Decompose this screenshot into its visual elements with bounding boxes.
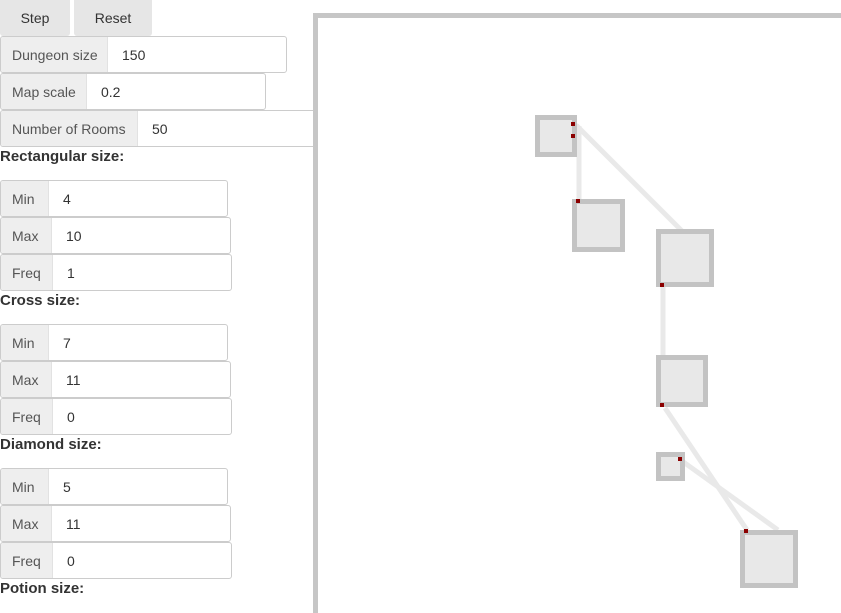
number-of-rooms-label: Number of Rooms	[1, 111, 138, 146]
rectangular-max-field: Max	[0, 217, 231, 254]
cross-max-field: Max	[0, 361, 231, 398]
rectangular-max-label: Max	[1, 218, 52, 253]
room	[656, 355, 708, 407]
door	[571, 122, 575, 126]
number-of-rooms-field: Number of Rooms	[0, 110, 316, 147]
rectangular-freq-label: Freq	[1, 255, 53, 290]
cross-size-heading: Cross size:	[0, 292, 81, 309]
corridor	[680, 458, 780, 533]
reset-button[interactable]: Reset	[74, 0, 152, 36]
diamond-max-input[interactable]	[52, 506, 230, 541]
step-button[interactable]: Step	[0, 0, 70, 36]
diamond-max-field: Max	[0, 505, 231, 542]
room	[572, 199, 625, 252]
map-scale-input[interactable]	[87, 74, 265, 109]
diamond-max-label: Max	[1, 506, 52, 541]
rectangular-min-input[interactable]	[49, 181, 227, 216]
rectangular-freq-field: Freq	[0, 254, 232, 291]
map-scale-label: Map scale	[1, 74, 87, 109]
cross-max-label: Max	[1, 362, 52, 397]
diamond-size-heading: Diamond size:	[0, 436, 102, 453]
cross-freq-label: Freq	[1, 399, 53, 434]
door	[576, 199, 580, 203]
room	[656, 229, 714, 287]
dungeon-size-label: Dungeon size	[1, 37, 108, 72]
diamond-min-label: Min	[1, 469, 49, 504]
dungeon-size-field: Dungeon size	[0, 36, 287, 73]
rectangular-min-field: Min	[0, 180, 228, 217]
diamond-freq-label: Freq	[1, 543, 53, 578]
potion-size-heading: Potion size:	[0, 580, 85, 597]
diamond-min-input[interactable]	[49, 469, 227, 504]
rectangular-freq-input[interactable]	[53, 255, 231, 290]
rectangular-max-input[interactable]	[52, 218, 230, 253]
room	[740, 530, 798, 588]
cross-freq-input[interactable]	[53, 399, 231, 434]
rectangular-size-heading: Rectangular size:	[0, 148, 125, 165]
door	[571, 134, 575, 138]
dungeon-map	[535, 115, 798, 588]
door	[660, 283, 664, 287]
diamond-freq-input[interactable]	[53, 543, 231, 578]
cross-min-field: Min	[0, 324, 228, 361]
diamond-freq-field: Freq	[0, 542, 232, 579]
door	[678, 457, 682, 461]
cross-min-input[interactable]	[49, 325, 227, 360]
cross-freq-field: Freq	[0, 398, 232, 435]
dungeon-map-canvas[interactable]	[313, 13, 841, 613]
room	[535, 115, 577, 157]
door	[660, 403, 664, 407]
map-scale-field: Map scale	[0, 73, 266, 110]
dungeon-size-input[interactable]	[108, 37, 286, 72]
diamond-min-field: Min	[0, 468, 228, 505]
cross-min-label: Min	[1, 325, 49, 360]
door	[744, 529, 748, 533]
cross-max-input[interactable]	[52, 362, 230, 397]
rectangular-min-label: Min	[1, 181, 49, 216]
number-of-rooms-input[interactable]	[138, 111, 315, 146]
